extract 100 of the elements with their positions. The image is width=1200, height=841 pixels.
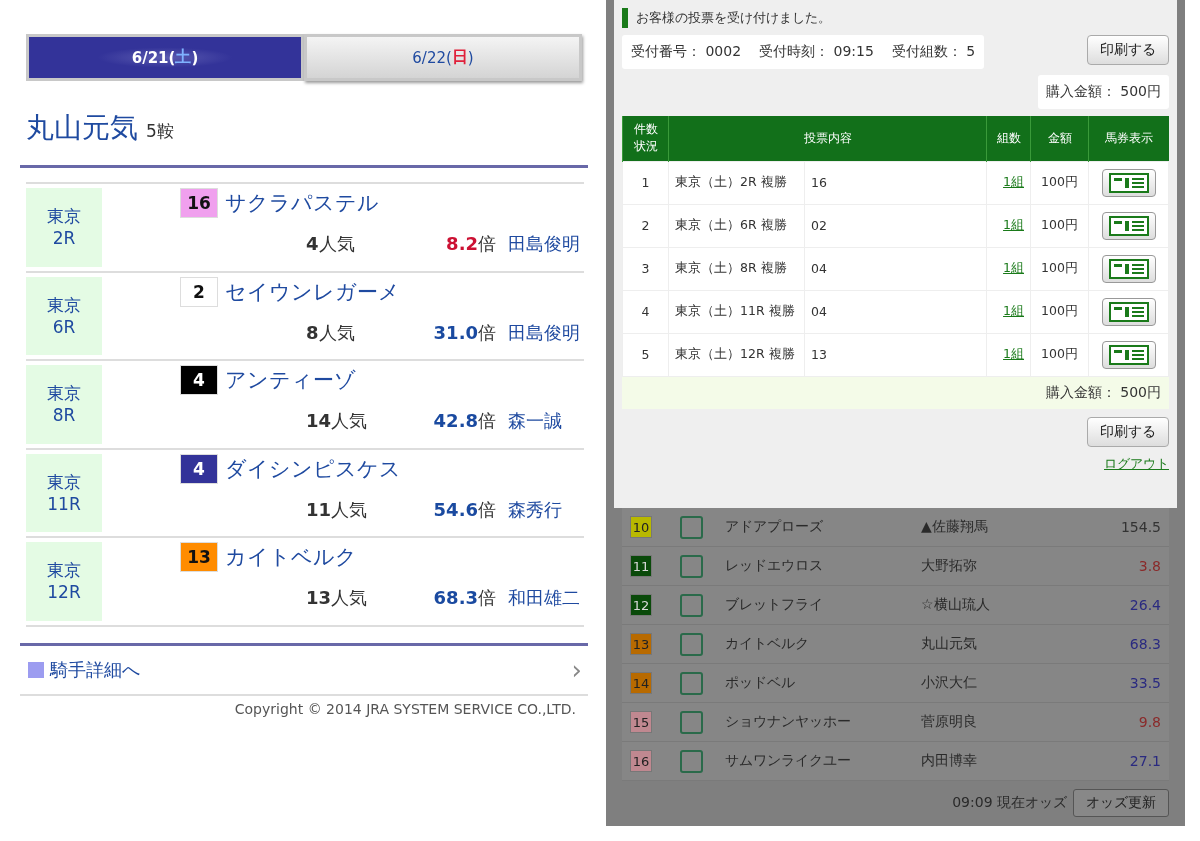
frame-number: 12 bbox=[630, 594, 652, 616]
ticket-button[interactable] bbox=[1101, 211, 1156, 240]
column-header: 投票内容 bbox=[668, 116, 987, 161]
frame-number: 15 bbox=[630, 711, 652, 733]
odds: 68.3 bbox=[1129, 636, 1161, 652]
jockey-name: 菅原明良 bbox=[921, 713, 978, 731]
odds: 68.3倍 bbox=[432, 586, 496, 610]
ticket-button[interactable] bbox=[1101, 254, 1156, 283]
table-cell: 1 bbox=[622, 161, 669, 204]
horse-name[interactable]: ダイシンピスケス bbox=[225, 454, 401, 483]
date-tab[interactable]: 6/22(日) bbox=[304, 34, 582, 81]
trainer-name: 森秀行 bbox=[508, 497, 562, 522]
race-label: 東京 6R bbox=[26, 276, 102, 355]
horse-name[interactable]: カイトベルク bbox=[225, 543, 357, 571]
table-cell: 100円 bbox=[1030, 333, 1089, 376]
count-link[interactable]: 1組 bbox=[1003, 346, 1024, 361]
table-cell: 100円 bbox=[1030, 247, 1089, 290]
ticket-button[interactable] bbox=[1101, 168, 1156, 197]
purchase-total: 購入金額： 500円 bbox=[622, 376, 1169, 409]
popularity: 8人気 bbox=[306, 320, 356, 345]
trainer-name: 森一誠 bbox=[508, 409, 562, 433]
logout-link[interactable]: ログアウト bbox=[1104, 454, 1169, 473]
table-cell: 2 bbox=[622, 204, 669, 247]
checkbox[interactable] bbox=[680, 554, 703, 578]
horse-number-badge: 13 bbox=[180, 542, 218, 572]
popularity: 14人気 bbox=[306, 409, 369, 433]
table-cell: 4 bbox=[622, 290, 669, 333]
table-cell: 100円 bbox=[1030, 204, 1089, 247]
race-label: 東京 2R bbox=[26, 188, 102, 267]
trainer-name: 田島俊明 bbox=[508, 232, 580, 256]
column-header: 件数状況 bbox=[622, 116, 669, 161]
checkbox[interactable] bbox=[680, 671, 703, 695]
horse-number-badge: 4 bbox=[180, 453, 218, 484]
table-cell: 04 bbox=[804, 247, 987, 290]
ticket-button[interactable] bbox=[1101, 340, 1156, 369]
horse-name: カイトベルク bbox=[725, 635, 810, 653]
horse-name: レッドエウロス bbox=[725, 557, 824, 575]
column-header: 金額 bbox=[1030, 116, 1089, 161]
column-header: 組数 bbox=[986, 116, 1031, 161]
horse-name[interactable]: サクラパステル bbox=[225, 189, 379, 217]
jockey-name: ☆横山琉人 bbox=[921, 596, 991, 614]
popularity: 13人気 bbox=[306, 586, 369, 610]
ticket-icon bbox=[1108, 344, 1149, 365]
jockey-name: 大野拓弥 bbox=[921, 557, 978, 575]
checkbox[interactable] bbox=[680, 515, 703, 539]
jockey-name: 内田博幸 bbox=[921, 752, 978, 770]
jockey-name: 丸山元気 bbox=[26, 110, 138, 146]
popularity: 4人気 bbox=[306, 232, 356, 256]
odds: 33.5 bbox=[1129, 675, 1161, 691]
odds: 42.8倍 bbox=[432, 409, 496, 433]
table-cell: 13 bbox=[804, 333, 987, 376]
count-link[interactable]: 1組 bbox=[1003, 303, 1024, 318]
horse-name[interactable]: アンティーゾ bbox=[225, 366, 356, 394]
horse-name: ショウナンヤッホー bbox=[725, 713, 852, 731]
horse-name: アドアプローズ bbox=[725, 518, 824, 536]
odds: 27.1 bbox=[1129, 753, 1161, 769]
horse-number-badge: 4 bbox=[180, 365, 218, 395]
count-link[interactable]: 1組 bbox=[1003, 174, 1024, 189]
horse-name[interactable]: セイウンレガーメ bbox=[225, 277, 400, 306]
print-button[interactable]: 印刷する bbox=[1087, 416, 1169, 447]
odds: 154.5 bbox=[1120, 519, 1161, 535]
print-button[interactable]: 印刷する bbox=[1087, 35, 1169, 65]
checkbox[interactable] bbox=[680, 593, 703, 617]
ticket-icon bbox=[1108, 258, 1149, 279]
odds-timestamp: 09:09 現在オッズ bbox=[952, 794, 1067, 812]
jockey-name: 丸山元気 bbox=[921, 635, 978, 653]
frame-number: 14 bbox=[630, 672, 652, 694]
horse-name: ポッドベル bbox=[725, 674, 796, 692]
odds: 31.0倍 bbox=[432, 320, 496, 345]
ticket-icon bbox=[1108, 172, 1149, 193]
chevron-icon: › bbox=[571, 654, 582, 685]
ticket-icon bbox=[1108, 215, 1149, 236]
table-cell: 02 bbox=[804, 204, 987, 247]
trainer-name: 田島俊明 bbox=[508, 320, 580, 345]
confirmation-message: お客様の投票を受け付けました。 bbox=[622, 8, 1169, 28]
checkbox[interactable] bbox=[680, 632, 703, 656]
odds: 54.6倍 bbox=[432, 497, 496, 522]
race-label: 東京 11R bbox=[26, 453, 102, 532]
horse-number-badge: 16 bbox=[180, 188, 218, 218]
frame-number: 16 bbox=[630, 750, 652, 772]
horse-number-badge: 2 bbox=[180, 276, 218, 307]
table-cell: 100円 bbox=[1030, 161, 1089, 204]
table-cell: 04 bbox=[804, 290, 987, 333]
jockey-name: ▲佐藤翔馬 bbox=[921, 518, 989, 536]
jockey-detail-link[interactable]: 騎手詳細へ bbox=[28, 657, 140, 682]
table-cell: 3 bbox=[622, 247, 669, 290]
checkbox[interactable] bbox=[680, 710, 703, 734]
ticket-icon bbox=[1108, 301, 1149, 322]
count-link[interactable]: 1組 bbox=[1003, 217, 1024, 232]
checkbox[interactable] bbox=[680, 749, 703, 773]
refresh-odds-button[interactable]: オッズ更新 bbox=[1073, 789, 1169, 817]
race-label: 東京 12R bbox=[26, 542, 102, 621]
count-link[interactable]: 1組 bbox=[1003, 260, 1024, 275]
odds: 26.4 bbox=[1129, 597, 1161, 613]
table-cell: 東京（土）11R 複勝 bbox=[668, 290, 805, 333]
table-cell: 100円 bbox=[1030, 290, 1089, 333]
date-tab[interactable]: 6/21(土) bbox=[26, 34, 304, 81]
table-cell: 東京（土）8R 複勝 bbox=[668, 247, 805, 290]
ticket-button[interactable] bbox=[1101, 297, 1156, 326]
horse-name: ブレットフライ bbox=[725, 596, 824, 614]
